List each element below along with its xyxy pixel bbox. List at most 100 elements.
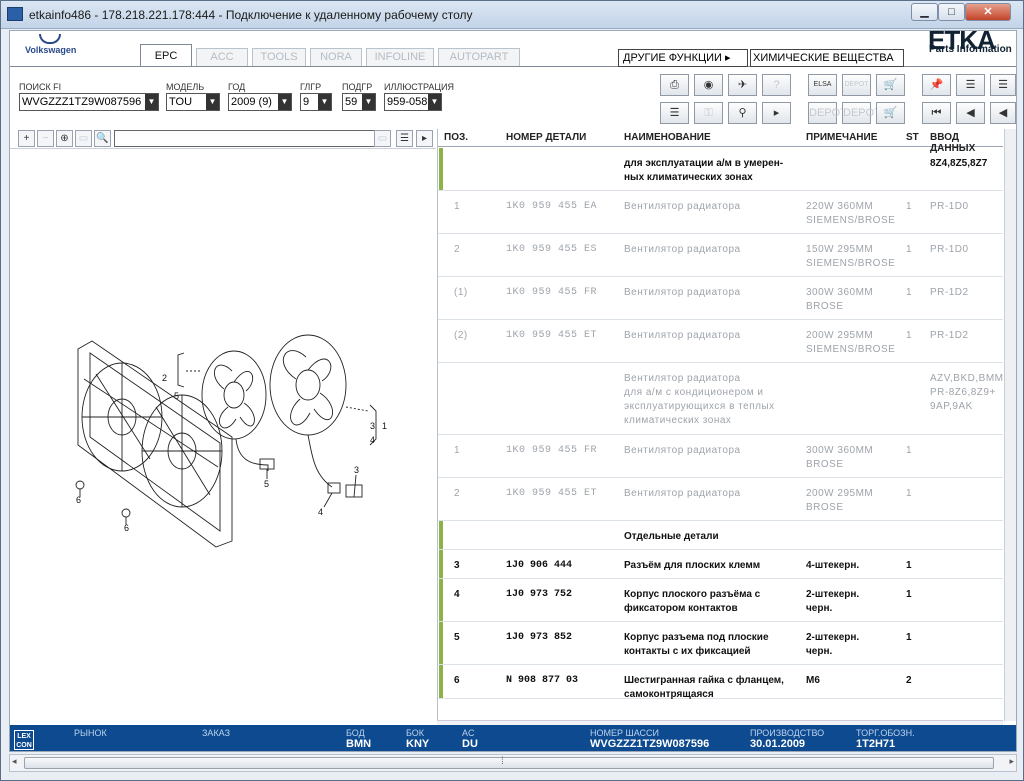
table-row[interactable]: (2) 1K0 959 455 ET Вентилятор радиатора 200… xyxy=(438,320,1003,363)
table-row[interactable]: 3 1J0 906 444 Разъём для плоских клемм 4-шт… xyxy=(438,550,1003,579)
tools-button[interactable]: ✈ xyxy=(728,74,757,96)
minimize-button[interactable]: ▁ xyxy=(911,3,938,21)
main-group-select[interactable]: 9 ▼ xyxy=(300,93,332,111)
tab-acc[interactable]: ACC xyxy=(196,48,248,66)
print-icon: ⎙ xyxy=(670,79,679,91)
transfer2-button[interactable]: DEPOT xyxy=(842,102,881,124)
cell-pos: 1 xyxy=(454,445,461,456)
cell-data: 8Z4,8Z5,8Z7 xyxy=(930,158,988,169)
first-page-button[interactable]: ⏮ xyxy=(922,102,951,124)
scroll-grip-icon: ⁞ xyxy=(501,756,504,767)
book-button[interactable]: ☰ xyxy=(956,74,985,96)
fan-motor-2 xyxy=(269,334,347,436)
hotspot-button[interactable]: ▭ xyxy=(374,130,391,147)
scroll-left-icon[interactable]: ◂ xyxy=(12,756,17,767)
illustration-select[interactable]: 959-058 ▼ xyxy=(384,93,442,111)
model-select[interactable]: TOU ▼ xyxy=(166,93,220,111)
cell-pos: 6 xyxy=(454,675,460,686)
tab-nora[interactable]: NORA xyxy=(310,48,362,66)
cart-button[interactable]: 🛒 xyxy=(876,102,905,124)
tab-infoline[interactable]: INFOLINE xyxy=(366,48,434,66)
search-fi-select[interactable]: WVGZZZ1TZ9W087596 ▼ xyxy=(19,93,159,111)
connector-4 xyxy=(327,482,341,494)
subgroup-value: 59 xyxy=(345,96,358,108)
list-button[interactable]: ☰ xyxy=(660,102,689,124)
zoom-in-button[interactable]: + xyxy=(18,130,35,147)
row-indicator xyxy=(439,148,443,190)
play-button[interactable]: ▸ xyxy=(762,102,791,124)
scroll-right-icon[interactable]: ▸ xyxy=(1009,756,1014,767)
zoom-fit-button[interactable]: ⊕ xyxy=(56,130,73,147)
chevron-down-icon: ▼ xyxy=(278,94,291,110)
cart-add-button[interactable]: 🛒 xyxy=(876,74,905,96)
callout-2: 2 xyxy=(162,373,167,383)
parts-illustration[interactable]: 2 5 1 3 4 5 3 4 6 6 xyxy=(10,149,436,721)
image-search-input[interactable] xyxy=(114,130,378,147)
scroll-thumb[interactable]: ⁞ xyxy=(24,756,994,769)
ac-label: AC xyxy=(462,728,475,738)
transfer-button[interactable]: DEPOT xyxy=(808,102,847,124)
col-st: ST xyxy=(906,132,919,143)
table-row[interactable]: 5 1J0 973 852 Корпус разъема под плоские к… xyxy=(438,622,1003,665)
table-row[interactable]: 2 1K0 959 455 ES Вентилятор радиатора 150W … xyxy=(438,234,1003,277)
cd-button[interactable]: ◉ xyxy=(694,74,723,96)
cell-st: 1 xyxy=(906,560,912,571)
zoom-out-button[interactable]: − xyxy=(37,130,54,147)
table-vertical-scrollbar[interactable] xyxy=(1004,129,1016,721)
window-horizontal-scrollbar[interactable]: ◂ ⁞ ▸ xyxy=(9,754,1017,772)
subgroup-select[interactable]: 59 ▼ xyxy=(342,93,376,111)
cell-pos: 3 xyxy=(454,560,460,571)
prev-page-button[interactable]: ◀ xyxy=(956,102,985,124)
close-button[interactable]: ✕ xyxy=(965,3,1011,21)
table-row[interactable]: 1 1K0 959 455 FR Вентилятор радиатора 300W … xyxy=(438,435,1003,478)
cell-note: 200W 295MM BROSE xyxy=(806,488,874,513)
expand-panel-button[interactable]: ▸ xyxy=(416,130,433,147)
split-view-button[interactable]: ☰ xyxy=(396,130,413,147)
chevron-down-icon: ▼ xyxy=(318,94,331,110)
cell-pos: 4 xyxy=(454,589,460,600)
table-row[interactable]: 6 N 908 877 03 Шестигранная гайка с фланце… xyxy=(438,665,1003,700)
cell-st: 1 xyxy=(906,445,913,456)
bod-value: BMN xyxy=(346,738,372,750)
tab-tools[interactable]: TOOLS xyxy=(252,48,306,66)
cell-st: 1 xyxy=(906,244,913,255)
page-button[interactable]: ☰ xyxy=(990,74,1016,96)
callout-3: 3 xyxy=(370,421,375,431)
cell-part-number: 1K0 959 455 ET xyxy=(506,488,598,499)
chemicals-select[interactable]: ХИМИЧЕСКИЕ ВЕЩЕСТВА xyxy=(750,49,904,67)
table-row[interactable]: 1 1K0 959 455 EA Вентилятор радиатора 220W … xyxy=(438,191,1003,234)
accessories-button[interactable]: ⚲ xyxy=(728,102,757,124)
table-row[interactable]: Вентилятор радиатора для а/м с кондицион… xyxy=(438,363,1003,435)
depot-button[interactable]: DEPOT xyxy=(842,74,871,96)
chevron-down-icon: ▼ xyxy=(206,94,219,110)
other-functions-button[interactable]: ДРУГИЕ ФУНКЦИИ ▸ xyxy=(618,49,748,67)
tab-autopart[interactable]: AUTOPART xyxy=(438,48,520,66)
back-button[interactable]: ◀ xyxy=(990,102,1016,124)
cell-name: Вентилятор радиатора xyxy=(624,287,741,298)
fan-shroud-frame xyxy=(77,340,233,548)
maximize-button[interactable]: □ xyxy=(938,3,965,21)
table-row[interactable]: для эксплуатации а/м в умерен- ных клима… xyxy=(438,148,1003,191)
table-row[interactable]: Отдельные детали xyxy=(438,521,1003,550)
zoom-in-icon: + xyxy=(23,133,30,144)
split-view-icon: ☰ xyxy=(400,133,409,144)
cell-data: PR-1D0 xyxy=(930,201,969,212)
elsa-button[interactable]: ELSA xyxy=(808,74,837,96)
key-button[interactable]: ⚿ xyxy=(694,102,723,124)
find-button[interactable]: 🔍 xyxy=(94,130,111,147)
tab-epc[interactable]: EPC xyxy=(140,44,192,67)
table-row[interactable]: 2 1K0 959 455 ET Вентилятор радиатора 200W … xyxy=(438,478,1003,521)
title-bar: etkainfo486 - 178.218.221.178:444 - Подк… xyxy=(1,1,1023,29)
cell-note: 4-штекерн. xyxy=(806,560,860,571)
bok-value: KNY xyxy=(406,738,430,750)
pin-button[interactable]: 📌 xyxy=(922,74,951,96)
cell-part-number: 1K0 959 455 FR xyxy=(506,445,598,456)
help-button[interactable]: ? xyxy=(762,74,791,96)
zoom-select-button[interactable]: ▭ xyxy=(75,130,92,147)
fan-2-wire xyxy=(307,434,333,488)
trade-code-value: 1T2H71 xyxy=(856,738,896,750)
table-row[interactable]: (1) 1K0 959 455 FR Вентилятор радиатора 300… xyxy=(438,277,1003,320)
print-button[interactable]: ⎙ xyxy=(660,74,689,96)
table-row[interactable]: 4 1J0 973 752 Корпус плоского разъёма с фи… xyxy=(438,579,1003,622)
year-select[interactable]: 2009 (9) ▼ xyxy=(228,93,292,111)
